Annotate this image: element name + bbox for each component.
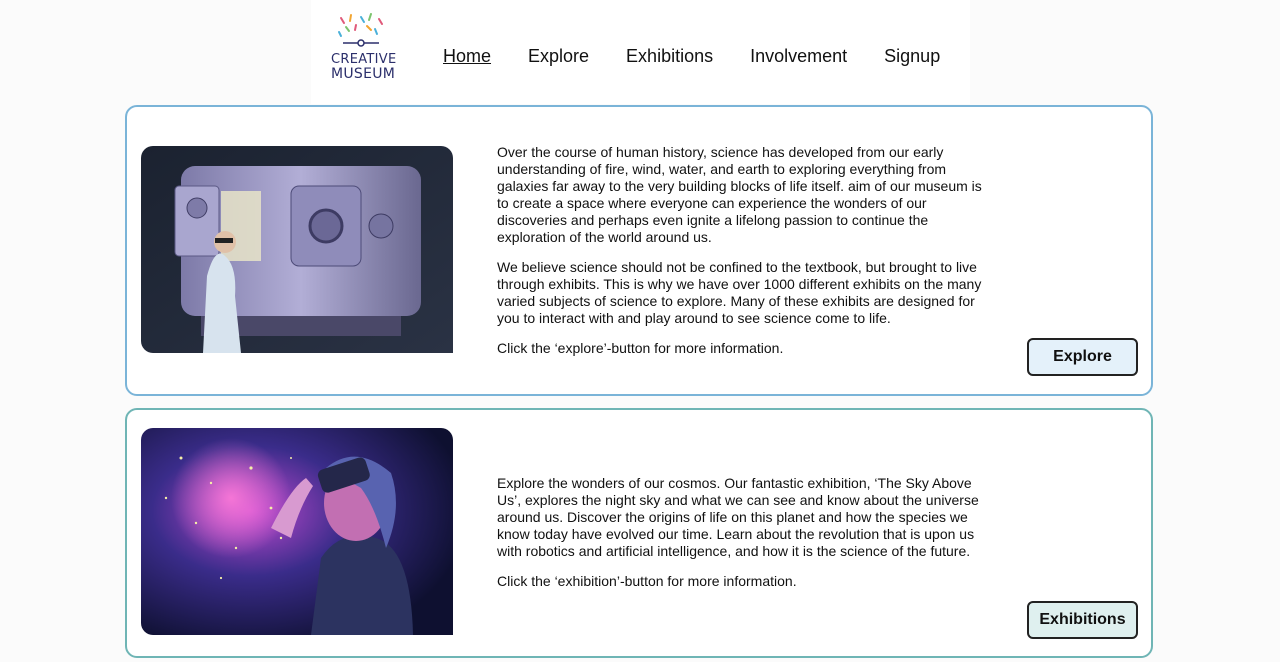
exhibitions-section-card: Explore the wonders of our cosmos. Our f… [125,408,1153,658]
vr-cosmos-image [141,428,453,635]
exhibitions-paragraph-1: Explore the wonders of our cosmos. Our f… [497,475,979,559]
site-header: CREATIVE MUSEUM Home Explore Exhibitions… [311,0,970,104]
exhibitions-paragraph-2: Click the ‘exhibition’-button for more i… [497,573,797,589]
logo-confetti-graphic [338,13,383,47]
nav-signup[interactable]: Signup [884,46,940,70]
explore-paragraph-2: We believe science should not be confine… [497,259,982,326]
exhibitions-button[interactable]: Exhibitions [1027,601,1138,639]
explore-paragraph-1: Over the course of human history, scienc… [497,144,982,245]
main-nav: Home Explore Exhibitions Involvement Sig… [443,46,977,70]
explore-button[interactable]: Explore [1027,338,1138,376]
museum-logo[interactable]: CREATIVE MUSEUM [331,12,397,88]
explore-section-text: Over the course of human history, scienc… [497,144,987,370]
exhibitions-section-text: Explore the wonders of our cosmos. Our f… [497,475,987,603]
logo-text-line1: CREATIVE [331,52,397,67]
nav-explore[interactable]: Explore [528,46,589,70]
nav-exhibitions[interactable]: Exhibitions [626,46,713,70]
explore-paragraph-3: Click the ‘explore’-button for more info… [497,340,784,356]
lab-scientist-image [141,146,453,353]
explore-section-card: Over the course of human history, scienc… [125,105,1153,396]
logo-text-line2: MUSEUM [331,66,396,82]
nav-involvement[interactable]: Involvement [750,46,847,70]
nav-home[interactable]: Home [443,46,491,70]
